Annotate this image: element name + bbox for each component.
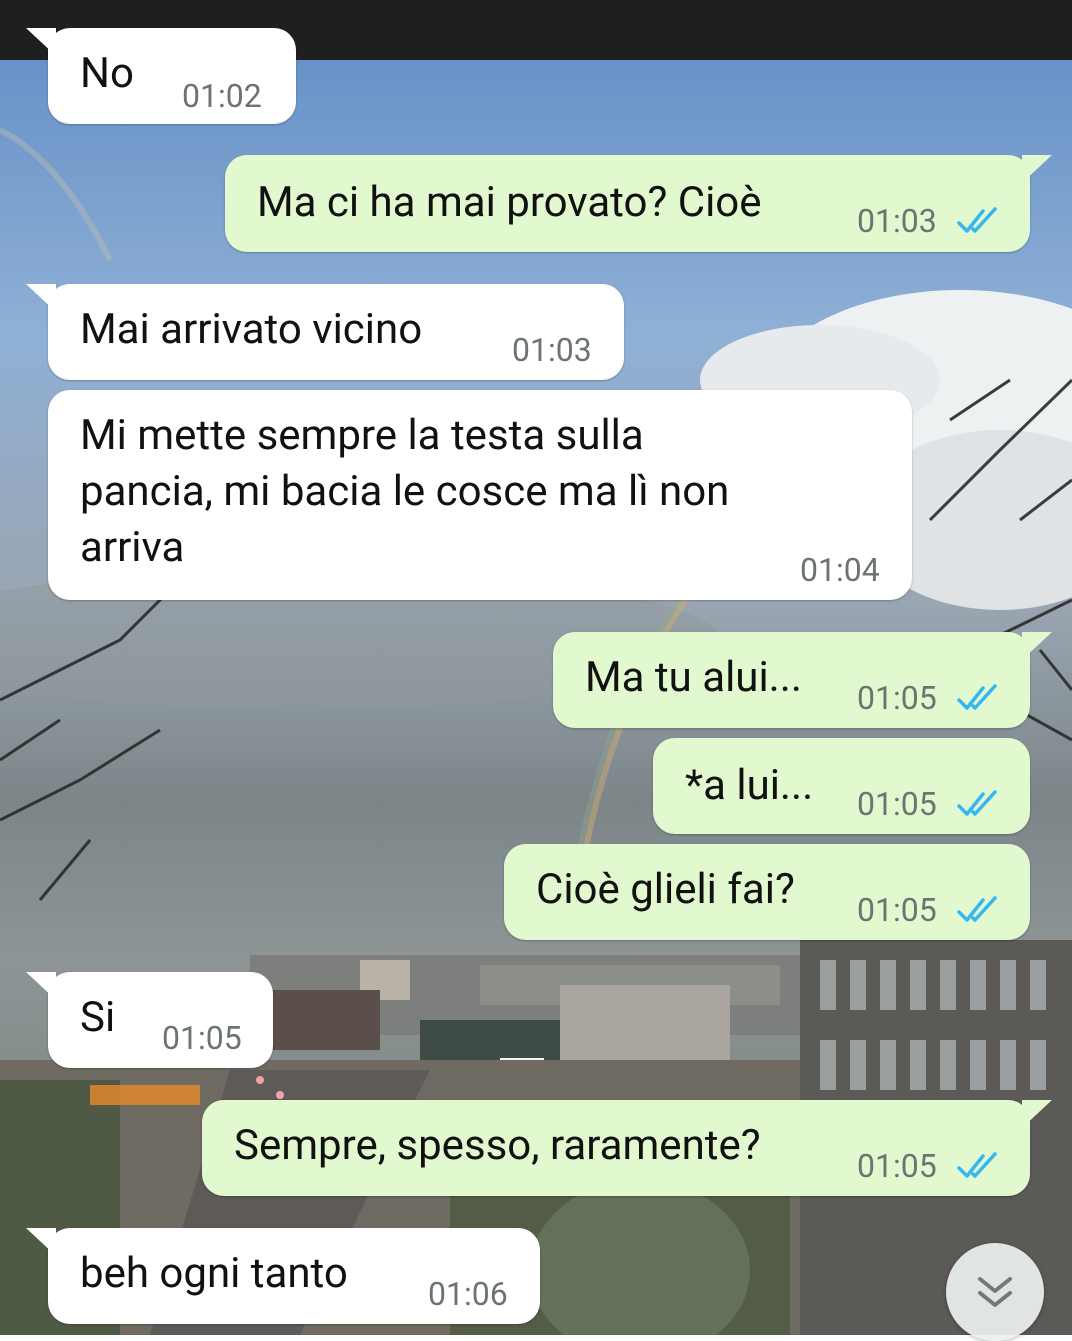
- bubble-tail: [26, 284, 56, 312]
- message-bubble-incoming[interactable]: beh ogni tanto 01:06: [26, 1228, 540, 1324]
- message-bubble-outgoing[interactable]: Ma tu alui... 01:05: [553, 632, 1052, 728]
- bubble-tail: [26, 28, 56, 56]
- message-text-line: pancia, mi bacia le cosce ma lì non: [80, 467, 730, 516]
- message-text-line: Mi mette sempre la testa sulla: [80, 411, 644, 460]
- message-time: 01:02: [182, 77, 262, 115]
- message-text: beh ogni tanto: [80, 1249, 348, 1298]
- message-time: 01:03: [512, 331, 592, 369]
- message-bubble-outgoing[interactable]: Cioè glieli fai? 01:05: [504, 844, 1030, 940]
- double-chevron-down-icon: [978, 1277, 1012, 1307]
- double-check-read-icon: [957, 790, 997, 816]
- message-text: Ma ci ha mai provato? Cioè: [257, 178, 762, 227]
- message-text: No: [80, 49, 134, 98]
- message-time: 01:05: [857, 785, 937, 823]
- bubble-tail: [26, 972, 56, 1000]
- message-bubble-incoming[interactable]: Si 01:05: [26, 972, 273, 1068]
- message-text: Cioè glieli fai?: [536, 865, 795, 914]
- message-bubble-incoming[interactable]: No 01:02: [26, 28, 296, 124]
- message-text: Mai arrivato vicino: [80, 305, 423, 354]
- message-bubble-incoming[interactable]: Mai arrivato vicino 01:03: [26, 284, 624, 380]
- bubble-tail: [1022, 632, 1052, 660]
- message-bubble-outgoing[interactable]: *a lui... 01:05: [653, 738, 1030, 834]
- double-check-read-icon: [957, 896, 997, 922]
- message-bubble-outgoing[interactable]: Sempre, spesso, raramente? 01:05: [202, 1100, 1052, 1196]
- message-time: 01:05: [162, 1019, 242, 1057]
- scroll-to-bottom-button[interactable]: [946, 1243, 1044, 1341]
- double-check-read-icon: [957, 207, 997, 233]
- message-time: 01:06: [428, 1275, 508, 1313]
- message-time: 01:05: [857, 679, 937, 717]
- message-time: 01:04: [800, 551, 880, 589]
- message-text: Si: [80, 993, 116, 1042]
- bubble-tail: [1022, 155, 1052, 183]
- message-bubble-incoming[interactable]: Mi mette sempre la testa sulla pancia, m…: [48, 390, 912, 600]
- message-text: *a lui...: [685, 761, 814, 810]
- bubble-tail: [26, 1228, 56, 1256]
- message-time: 01:05: [857, 1147, 937, 1185]
- double-check-read-icon: [957, 684, 997, 710]
- message-time: 01:03: [857, 202, 937, 240]
- message-text: Sempre, spesso, raramente?: [234, 1121, 761, 1170]
- double-check-read-icon: [957, 1152, 997, 1178]
- message-bubble-outgoing[interactable]: Ma ci ha mai provato? Cioè 01:03: [225, 155, 1052, 252]
- message-text-line: arriva: [80, 523, 185, 572]
- message-text: Ma tu alui...: [585, 653, 802, 702]
- bubble-tail: [1022, 1100, 1052, 1128]
- message-time: 01:05: [857, 891, 937, 929]
